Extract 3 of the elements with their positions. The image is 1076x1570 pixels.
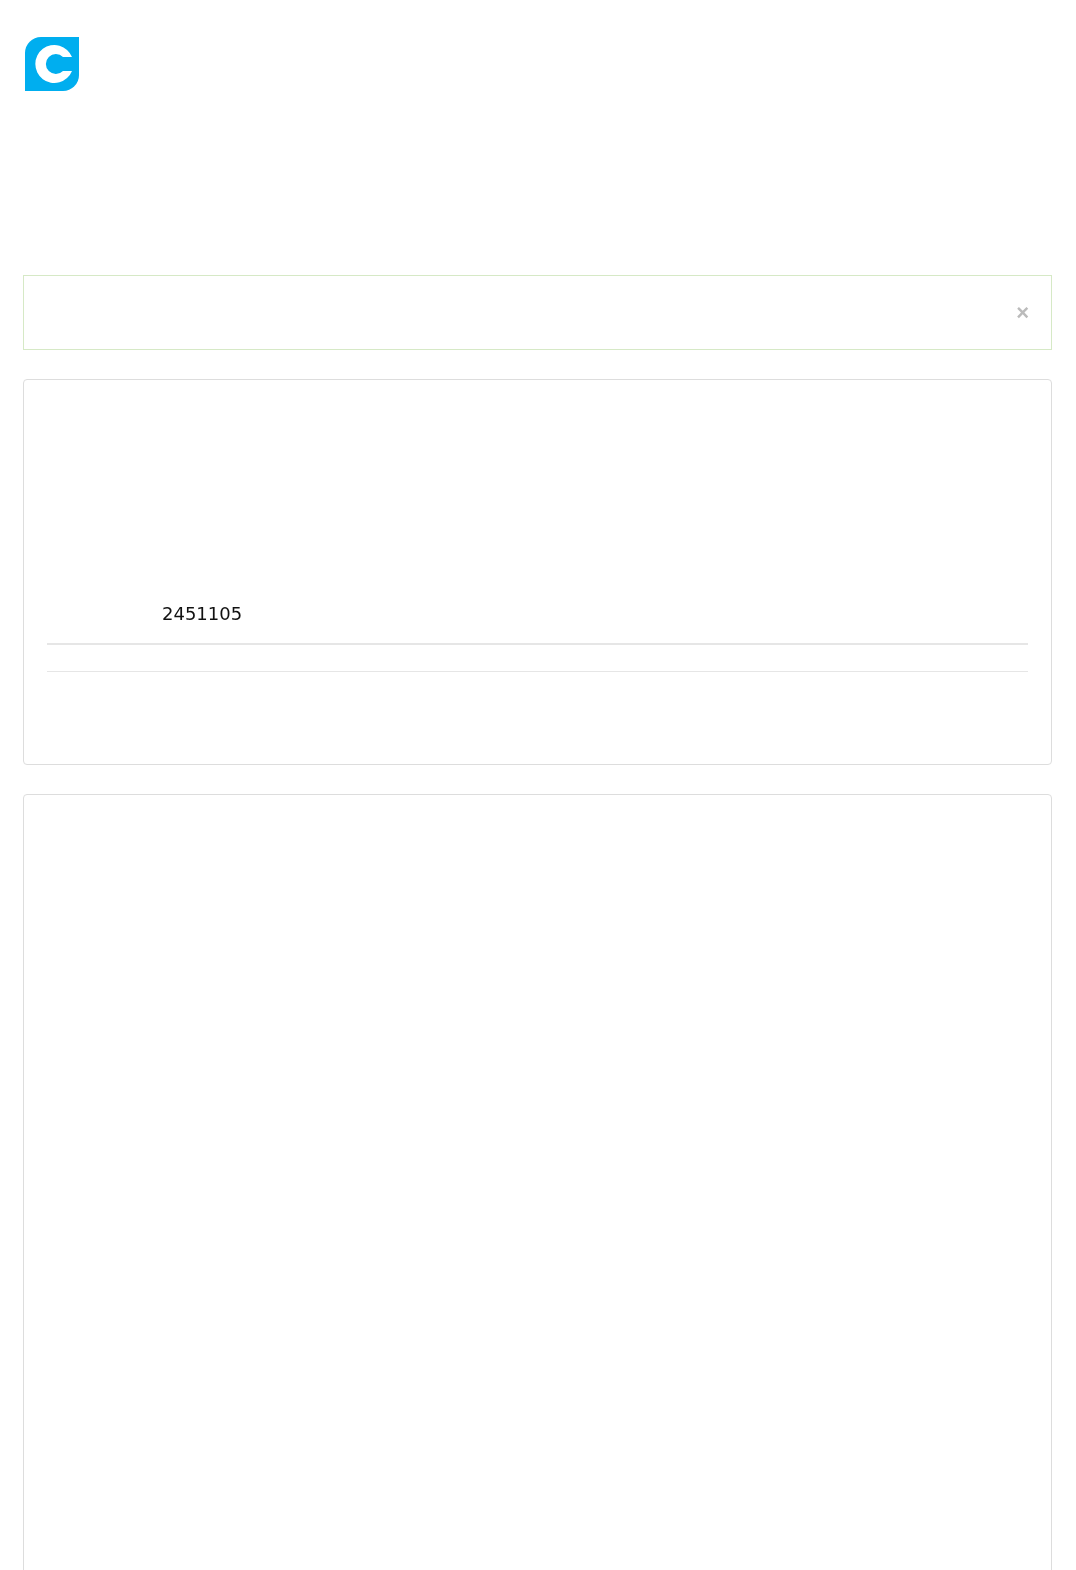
close-button[interactable]: × bbox=[1014, 301, 1031, 324]
order-number: 2451105 bbox=[162, 602, 244, 626]
logo-icon bbox=[25, 37, 79, 91]
